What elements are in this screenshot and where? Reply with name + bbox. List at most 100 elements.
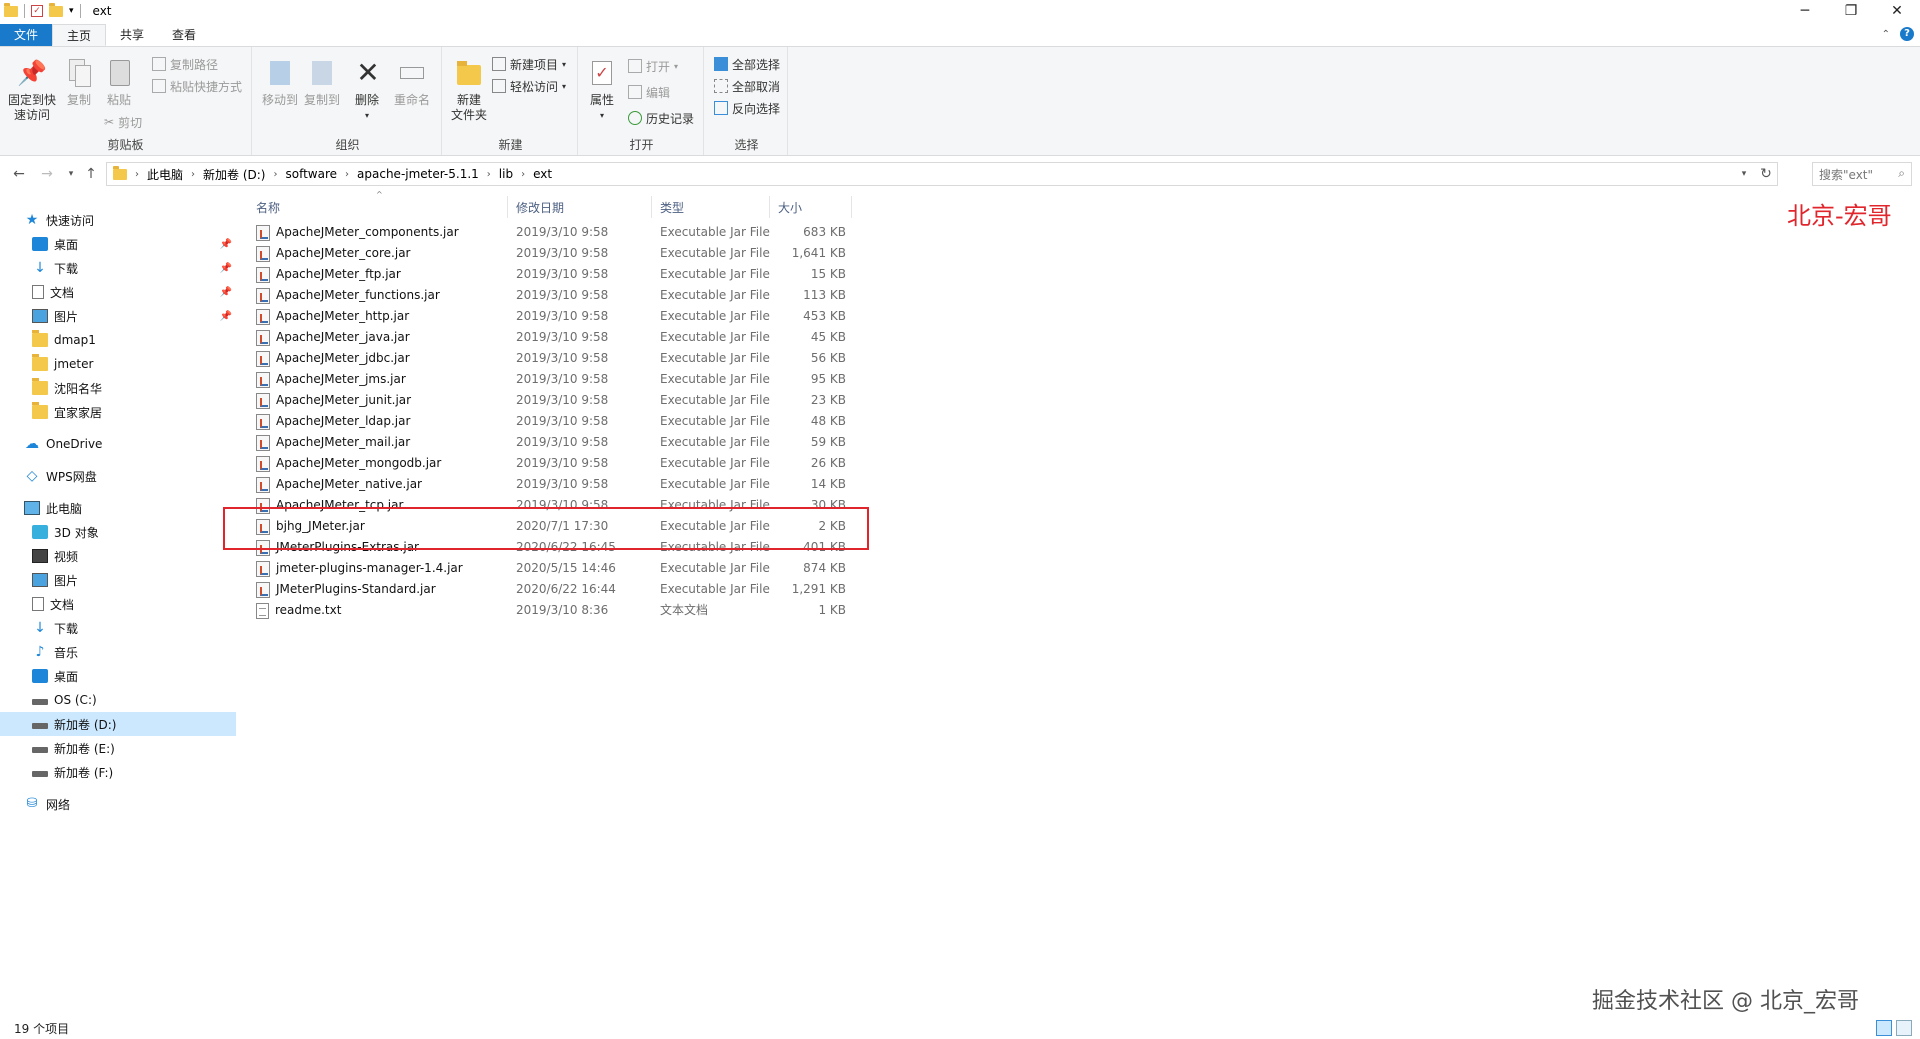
table-row[interactable]: ApacheJMeter_jms.jar 2019/3/10 9:58 Execut… [248,369,868,390]
table-row[interactable]: ApacheJMeter_http.jar 2019/3/10 9:58 Execu… [248,306,868,327]
table-row[interactable]: ApacheJMeter_ftp.jar 2019/3/10 9:58 Execut… [248,264,868,285]
chevron-right-icon[interactable]: › [273,169,277,180]
breadcrumb-this-pc[interactable]: 此电脑 [147,166,183,183]
table-row[interactable]: ApacheJMeter_java.jar 2019/3/10 9:58 Execu… [248,327,868,348]
paste-button[interactable]: 粘贴 [102,57,136,108]
chevron-right-icon[interactable]: › [521,169,525,180]
table-row[interactable]: ApacheJMeter_mongodb.jar 2019/3/10 9:58 Ex… [248,453,868,474]
tab-share[interactable]: 共享 [106,24,158,46]
nav-wps[interactable]: ◇ WPS网盘 [24,464,97,488]
pin-quick-access-button[interactable]: 📌 固定到快 速访问 [6,57,58,123]
table-row[interactable]: JMeterPlugins-Standard.jar 2020/6/22 16:4… [248,579,868,600]
chevron-right-icon[interactable]: › [135,169,139,180]
edit-button[interactable]: 编辑 [628,83,670,101]
table-row[interactable]: ApacheJMeter_native.jar 2019/3/10 9:58 Exe… [248,474,868,495]
nav-item-pc-downloads[interactable]: ↓ 下载 [32,616,78,640]
invert-selection-button[interactable]: 反向选择 [714,99,780,117]
breadcrumb-lib[interactable]: lib [499,167,513,181]
tab-file[interactable]: 文件 [0,24,53,46]
rename-button[interactable]: 重命名 [392,57,432,108]
nav-item-drive-e[interactable]: 新加卷 (E:) [32,736,115,760]
properties-check-icon[interactable]: ✓ [31,5,43,17]
breadcrumb-jmeter[interactable]: apache-jmeter-5.1.1 [357,167,479,181]
cut-button[interactable]: ✂ 剪切 [104,113,142,131]
nav-item-ikea[interactable]: 宜家家居 [32,400,102,424]
select-none-button[interactable]: 全部取消 [714,77,780,95]
details-view-button[interactable] [1876,1020,1892,1036]
address-bar[interactable]: › 此电脑 › 新加卷 (D:) › software › apache-jme… [106,162,1778,186]
breadcrumb-software[interactable]: software [285,167,337,181]
copy-to-button[interactable]: 复制到 [302,57,342,108]
breadcrumb-drive-d[interactable]: 新加卷 (D:) [203,166,265,183]
nav-onedrive[interactable]: ☁ OneDrive [24,432,102,456]
table-row[interactable]: ApacheJMeter_mail.jar 2019/3/10 9:58 Execu… [248,432,868,453]
column-header-date[interactable]: 修改日期 [508,196,652,218]
restore-button[interactable]: ❐ [1828,0,1874,22]
back-button[interactable]: ← [8,163,30,185]
history-button[interactable]: 历史记录 [628,109,694,127]
table-row[interactable]: ApacheJMeter_components.jar 2019/3/10 9:5… [248,222,868,243]
new-folder-button[interactable]: 新建 文件夹 [448,57,490,123]
copy-path-button[interactable]: 复制路径 [152,55,218,73]
new-item-button[interactable]: 新建项目 ▾ [492,55,566,73]
move-to-button[interactable]: 移动到 [260,57,300,108]
paste-shortcut-button[interactable]: 粘贴快捷方式 [152,77,242,95]
nav-item-drive-d[interactable]: 新加卷 (D:) [0,712,236,736]
table-row[interactable]: ApacheJMeter_functions.jar 2019/3/10 9:58… [248,285,868,306]
nav-item-downloads[interactable]: ↓ 下载 📌 [32,256,232,280]
address-dropdown-button[interactable]: ▾ [1733,163,1755,185]
minimize-button[interactable]: ─ [1782,0,1828,22]
large-icons-view-button[interactable] [1896,1020,1912,1036]
table-row[interactable]: bjhg_JMeter.jar 2020/7/1 17:30 Executable … [248,516,868,537]
nav-item-videos[interactable]: 视频 [32,544,78,568]
table-row[interactable]: ApacheJMeter_core.jar 2019/3/10 9:58 Execu… [248,243,868,264]
properties-button[interactable]: ✓ 属性 ▾ [586,57,618,123]
open-button[interactable]: 打开 ▾ [628,57,678,75]
nav-item-drive-f[interactable]: 新加卷 (F:) [32,760,113,784]
breadcrumb-ext[interactable]: ext [533,167,552,181]
nav-item-pc-desktop[interactable]: 桌面 [32,664,78,688]
table-row[interactable]: ApacheJMeter_tcp.jar 2019/3/10 9:58 Execut… [248,495,868,516]
chevron-right-icon[interactable]: › [345,169,349,180]
chevron-right-icon[interactable]: › [191,169,195,180]
nav-item-documents[interactable]: 文档 📌 [32,280,232,304]
copy-button[interactable]: 复制 [62,57,96,108]
table-row[interactable]: ApacheJMeter_jdbc.jar 2019/3/10 9:58 Execu… [248,348,868,369]
nav-item-pc-documents[interactable]: 文档 [32,592,74,616]
table-row[interactable]: ApacheJMeter_junit.jar 2019/3/10 9:58 Exec… [248,390,868,411]
nav-quick-access[interactable]: ★ 快速访问 [24,208,94,232]
delete-button[interactable]: ✕ 删除 ▾ [352,57,382,123]
nav-item-desktop[interactable]: 桌面 📌 [32,232,232,256]
table-row[interactable]: readme.txt 2019/3/10 8:36 文本文档 1 KB [248,600,868,621]
nav-item-jmeter[interactable]: jmeter [32,352,93,376]
new-folder-icon[interactable] [49,2,63,17]
customize-toolbar-dropdown-icon[interactable]: ▾ [69,6,74,16]
table-row[interactable]: ApacheJMeter_ldap.jar 2019/3/10 9:58 Execu… [248,411,868,432]
nav-item-dmap1[interactable]: dmap1 [32,328,96,352]
column-header-size[interactable]: 大小 [770,196,852,218]
close-button[interactable]: ✕ [1874,0,1920,22]
nav-item-3d-objects[interactable]: 3D 对象 [32,520,99,544]
nav-item-shenyang[interactable]: 沈阳名华 [32,376,102,400]
tab-home[interactable]: 主页 [52,24,107,46]
nav-this-pc[interactable]: 此电脑 [24,496,82,520]
help-icon[interactable]: ? [1900,27,1914,41]
column-header-type[interactable]: 类型 [652,196,770,218]
column-header-name[interactable]: ^ 名称 [248,190,508,218]
tab-view[interactable]: 查看 [158,24,210,46]
select-all-button[interactable]: 全部选择 [714,55,780,73]
chevron-right-icon[interactable]: › [487,169,491,180]
easy-access-button[interactable]: 轻松访问 ▾ [492,77,566,95]
nav-network[interactable]: ⛁ 网络 [24,792,70,816]
collapse-ribbon-icon[interactable]: ⌃ [1882,29,1890,40]
search-input[interactable]: 搜索"ext" ⌕ [1812,162,1912,186]
table-row[interactable]: jmeter-plugins-manager-1.4.jar 2020/5/15 … [248,558,868,579]
up-button[interactable]: ↑ [80,163,102,185]
nav-item-drive-c[interactable]: OS (C:) [32,688,97,712]
recent-locations-button[interactable]: ▾ [60,163,82,185]
refresh-button[interactable]: ↻ [1755,163,1777,185]
table-row[interactable]: JMeterPlugins-Extras.jar 2020/6/22 16:45 E… [248,537,868,558]
nav-item-pictures[interactable]: 图片 📌 [32,304,232,328]
nav-item-music[interactable]: ♪ 音乐 [32,640,78,664]
nav-item-pc-pictures[interactable]: 图片 [32,568,78,592]
